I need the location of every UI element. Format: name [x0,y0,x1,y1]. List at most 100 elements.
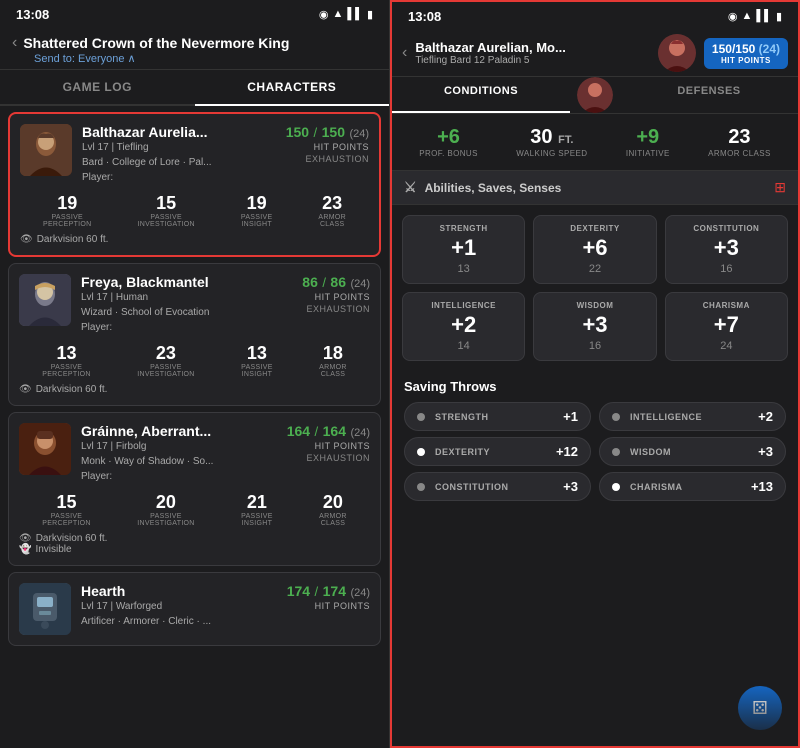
st-charisma[interactable]: CHARISMA +13 [599,472,786,501]
st-wisdom-dot [612,448,620,456]
right-char-info: Balthazar Aurelian, Mo... Tiefling Bard … [415,40,650,66]
characters-list: Balthazar Aurelia... Lvl 17 | Tiefling B… [0,106,389,748]
grainne-meta: Lvl 17 | Firbolg Monk · Way of Shadow · … [81,439,277,484]
saving-throws-grid: STRENGTH +1 INTELLIGENCE +2 DEXTERI [404,402,786,501]
abilities-section-title: ⚔ Abilities, Saves, Senses [404,179,561,196]
quick-stat-walking-speed: 30 FT. WALKING SPEED [516,126,587,158]
ability-charisma[interactable]: CHARISMA +7 24 [665,292,788,361]
left-time: 13:08 [16,7,49,22]
freya-stats: 13PASSIVEPERCEPTION 23PASSIVEINVESTIGATI… [19,343,370,378]
quick-stat-initiative: +9 INITIATIVE [626,126,670,158]
grainne-invisible: 👻Invisible [19,544,370,555]
balthazar-name: Balthazar Aurelia... [82,124,276,140]
right-wifi-icon: ▲ [741,10,752,22]
st-intelligence-dot [612,413,620,421]
hearth-hp: 174 / 174 (24) HIT POINTS [287,583,370,611]
freya-info: Freya, Blackmantel Lvl 17 | Human Wizard… [81,274,292,335]
right-char-name: Balthazar Aurelian, Mo... [415,40,650,55]
freya-name: Freya, Blackmantel [81,274,292,290]
balthazar-meta: Lvl 17 | Tiefling Bard · College of Lore… [82,140,276,185]
fab-dice-button[interactable]: ⚄ [738,686,782,730]
bottom-fade [392,686,798,746]
avatar-balthazar [20,124,72,176]
abilities-grid: STRENGTH +1 13 DEXTERITY +6 22 CONSTITUT… [392,205,798,371]
right-signal-icon: ▌▌ [756,10,772,22]
right-battery-icon: ▮ [776,10,782,23]
freya-hp: 86 / 86 (24) HIT POINTS EXHAUSTION [302,274,370,314]
left-status-bar: 13:08 ◉ ▲ ▌▌ ▮ [0,0,389,28]
quick-stat-prof-bonus: +6 PROF. BONUS [419,126,478,158]
hearth-meta: Lvl 17 | Warforged Artificer · Armorer ·… [81,599,277,629]
tab-defenses[interactable]: DEFENSES [620,77,798,113]
balthazar-hp: 150 / 150 (24) HIT POINTS EXHAUSTION [286,124,369,164]
st-intelligence[interactable]: INTELLIGENCE +2 [599,402,786,431]
right-time: 13:08 [408,9,441,24]
signal-icon: ▌▌ [347,8,363,20]
st-row-1: STRENGTH +1 INTELLIGENCE +2 [404,402,786,431]
send-to-label: Send to: Everyone [34,53,125,65]
saving-throws-title: Saving Throws [404,379,786,394]
right-eye-icon: ◉ [728,10,738,23]
saving-throws-section: Saving Throws STRENGTH +1 INTELLIGENCE +… [392,371,798,505]
character-card-balthazar[interactable]: Balthazar Aurelia... Lvl 17 | Tiefling B… [8,112,381,257]
ability-intelligence[interactable]: INTELLIGENCE +2 14 [402,292,525,361]
right-char-avatar [658,34,696,72]
character-card-freya[interactable]: Freya, Blackmantel Lvl 17 | Human Wizard… [8,263,381,406]
freya-meta: Lvl 17 | Human Wizard · School of Evocat… [81,290,292,335]
avatar-grainne [19,423,71,475]
ability-dexterity[interactable]: DEXTERITY +6 22 [533,215,656,284]
avatar-hearth [19,583,71,635]
send-to-chevron: ∧ [128,52,136,65]
left-status-icons: ◉ ▲ ▌▌ ▮ [319,8,373,21]
st-strength[interactable]: STRENGTH +1 [404,402,591,431]
st-constitution-dot [417,483,425,491]
st-row-2: DEXTERITY +12 WISDOM +3 [404,437,786,466]
grainne-darkvision: 👁Darkvision 60 ft. [19,533,370,544]
right-back-button[interactable]: ‹ [402,44,407,62]
right-char-class: Tiefling Bard 12 Paladin 5 [415,55,650,66]
quick-stat-armor-class: 23 ARMOR CLASS [708,126,771,158]
campaign-title: Shattered Crown of the Nevermore King [23,35,289,51]
grainne-info: Gráinne, Aberrant... Lvl 17 | Firbolg Mo… [81,423,277,484]
st-constitution[interactable]: CONSTITUTION +3 [404,472,591,501]
abilities-icon: ⚔ [404,179,417,196]
character-card-grainne[interactable]: Gráinne, Aberrant... Lvl 17 | Firbolg Mo… [8,412,381,566]
abilities-section-header: ⚔ Abilities, Saves, Senses ⊞ [392,171,798,205]
balthazar-darkvision: 👁Darkvision 60 ft. [20,234,369,245]
left-header: ‹ Shattered Crown of the Nevermore King … [0,28,389,70]
character-card-hearth[interactable]: Hearth Lvl 17 | Warforged Artificer · Ar… [8,572,381,646]
grainne-hp: 164 / 164 (24) HIT POINTS EXHAUSTION [287,423,370,463]
st-strength-dot [417,413,425,421]
grainne-stats: 15PASSIVEPERCEPTION 20PASSIVEINVESTIGATI… [19,492,370,527]
tab-conditions[interactable]: CONDITIONS [392,77,570,113]
freya-darkvision: 👁Darkvision 60 ft. [19,384,370,395]
left-back-button[interactable]: ‹ [12,34,17,52]
ability-strength[interactable]: STRENGTH +1 13 [402,215,525,284]
left-tabs: GAME LOG CHARACTERS [0,70,389,106]
balthazar-stats: 19PASSIVEPERCEPTION 15PASSIVEINVESTIGATI… [20,193,369,228]
hearth-name: Hearth [81,583,277,599]
grainne-name: Gráinne, Aberrant... [81,423,277,439]
tab-game-log[interactable]: GAME LOG [0,70,195,104]
balthazar-info: Balthazar Aurelia... Lvl 17 | Tiefling B… [82,124,276,185]
tab-characters[interactable]: CHARACTERS [195,70,390,106]
battery-icon: ▮ [367,8,373,21]
tab-avatar-center [570,77,620,113]
st-charisma-dot [612,483,620,491]
hearth-info: Hearth Lvl 17 | Warforged Artificer · Ar… [81,583,277,629]
conditions-tabs: CONDITIONS DEFENSES [392,77,798,114]
quick-stats: +6 PROF. BONUS 30 FT. WALKING SPEED +9 I… [392,114,798,171]
grid-icon[interactable]: ⊞ [774,179,786,196]
right-status-icons: ◉ ▲ ▌▌ ▮ [728,10,782,23]
st-dexterity[interactable]: DEXTERITY +12 [404,437,591,466]
ability-constitution[interactable]: CONSTITUTION +3 16 [665,215,788,284]
send-to-button[interactable]: Send to: Everyone ∧ [34,52,377,65]
st-wisdom[interactable]: WISDOM +3 [599,437,786,466]
st-dexterity-dot [417,448,425,456]
ability-wisdom[interactable]: WISDOM +3 16 [533,292,656,361]
right-hp-badge: 150/150 (24) HIT POINTS [704,38,788,69]
right-header: ‹ Balthazar Aurelian, Mo... Tiefling Bar… [392,30,798,77]
avatar-freya [19,274,71,326]
st-row-3: CONSTITUTION +3 CHARISMA +13 [404,472,786,501]
balthazar-hp-current: 150 [286,124,309,140]
